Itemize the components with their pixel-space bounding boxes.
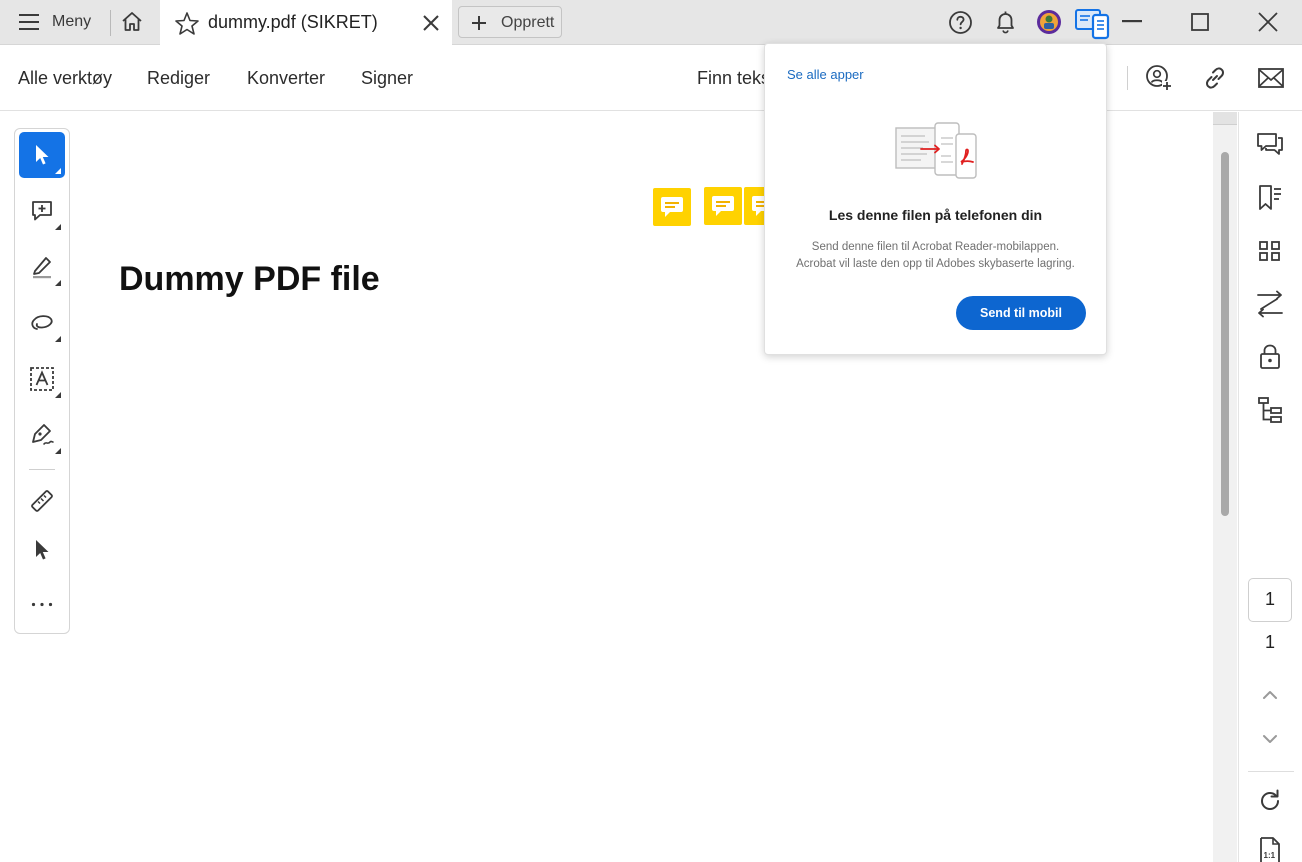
scrollbar-thumb[interactable] — [1221, 152, 1229, 516]
maximize-icon — [1191, 13, 1209, 31]
send-to-mobile-popup: Se alle apper Les denne filen på telefon… — [764, 43, 1107, 355]
menu-convert[interactable]: Konverter — [247, 68, 325, 89]
popup-description-line: Acrobat vil laste den opp til Adobes sky… — [796, 258, 1075, 270]
popup-description-line: Send denne filen til Acrobat Reader-mobi… — [811, 241, 1060, 253]
menu-edit[interactable]: Rediger — [147, 68, 210, 89]
menu-sign[interactable]: Signer — [361, 68, 413, 89]
more-tools-button[interactable] — [19, 581, 65, 627]
total-pages: 1 — [1264, 632, 1275, 652]
create-label: Opprett — [501, 14, 555, 31]
link-icon[interactable] — [1201, 64, 1229, 92]
ruler-icon — [29, 488, 55, 514]
measure-tool-button[interactable] — [19, 478, 65, 524]
next-page-chevron-down-icon[interactable] — [1260, 730, 1280, 748]
menu-button[interactable]: Meny — [0, 0, 108, 44]
user-avatar[interactable] — [1036, 9, 1062, 35]
highlighter-icon — [29, 254, 55, 280]
highlight-tool-button[interactable] — [19, 244, 65, 290]
thumbnails-grid-icon[interactable] — [1252, 233, 1288, 269]
pen-signature-icon — [29, 422, 55, 448]
lasso-icon — [29, 312, 55, 334]
tool-menu-indicator — [55, 224, 61, 230]
minimize-icon — [1122, 20, 1142, 23]
notifications-bell-icon[interactable] — [993, 9, 1018, 35]
tool-menu-indicator — [55, 280, 61, 286]
share-user-icon[interactable] — [1145, 64, 1173, 92]
home-icon — [120, 10, 144, 34]
ellipsis-icon — [31, 602, 53, 607]
home-button[interactable] — [114, 6, 150, 38]
help-icon[interactable] — [948, 10, 973, 35]
titlebar-separator — [110, 10, 111, 36]
pointer-tool-button[interactable] — [19, 527, 65, 573]
plus-icon — [471, 15, 487, 31]
menu-all-tools[interactable]: Alle verktøy — [18, 68, 112, 89]
comment-note-icon[interactable] — [653, 188, 691, 226]
menu-label: Meny — [52, 13, 92, 30]
cursor-arrow-icon — [33, 144, 51, 166]
right-side-rail — [1238, 112, 1302, 862]
tool-menu-indicator — [55, 336, 61, 342]
content-tree-icon[interactable] — [1252, 392, 1288, 428]
text-box-tool-button[interactable] — [19, 356, 65, 402]
see-all-apps-link[interactable]: Se alle apper — [787, 67, 864, 82]
tool-menu-indicator — [55, 392, 61, 398]
email-icon[interactable] — [1257, 66, 1285, 90]
draw-tool-button[interactable] — [19, 300, 65, 346]
add-comment-icon — [30, 199, 54, 223]
document-tab[interactable]: dummy.pdf (SIKRET) — [160, 0, 452, 45]
send-to-mobile-button[interactable]: Send til mobil — [956, 296, 1086, 330]
tool-menu-indicator — [55, 168, 61, 174]
maximize-button[interactable] — [1171, 0, 1227, 44]
add-comment-tool-button[interactable] — [19, 188, 65, 234]
close-tab-icon[interactable] — [422, 14, 440, 32]
popup-description: Send denne filen til Acrobat Reader-mobi… — [765, 239, 1106, 273]
current-page-input[interactable]: 1 — [1248, 578, 1292, 622]
toolbar-separator — [1127, 66, 1128, 90]
rotate-refresh-icon[interactable] — [1256, 787, 1284, 815]
sign-tool-button[interactable] — [19, 412, 65, 458]
comment-note-icon[interactable] — [704, 187, 742, 225]
create-button[interactable]: Opprett — [458, 6, 562, 38]
tool-menu-indicator — [55, 448, 61, 454]
tab-title: dummy.pdf (SIKRET) — [208, 12, 378, 32]
comments-icon[interactable] — [1252, 127, 1288, 163]
close-window-icon — [1258, 12, 1278, 32]
pointer-arrow-icon — [33, 539, 51, 561]
popup-title: Les denne filen på telefonen din — [828, 207, 1043, 223]
minimize-button[interactable] — [1104, 0, 1160, 44]
close-window-button[interactable] — [1240, 0, 1296, 44]
protect-lock-icon[interactable] — [1252, 339, 1288, 375]
scrollbar-top-cap — [1213, 112, 1237, 125]
rail-separator — [1248, 771, 1294, 772]
find-text-button[interactable]: Finn teks — [697, 68, 770, 89]
tools-separator — [29, 469, 55, 470]
actual-size-label: 1:1 — [1264, 851, 1276, 860]
star-icon[interactable] — [174, 11, 200, 35]
actual-size-icon[interactable]: 1:1 — [1258, 836, 1282, 862]
select-tool-button[interactable] — [19, 132, 65, 178]
bookmarks-icon[interactable] — [1252, 180, 1288, 216]
previous-page-chevron-up-icon[interactable] — [1260, 686, 1280, 704]
hamburger-icon — [18, 12, 40, 32]
desktop-to-phone-illustration — [895, 122, 979, 180]
document-heading: Dummy PDF file — [119, 260, 380, 298]
text-box-icon — [29, 366, 55, 392]
compare-files-icon[interactable] — [1252, 286, 1288, 322]
